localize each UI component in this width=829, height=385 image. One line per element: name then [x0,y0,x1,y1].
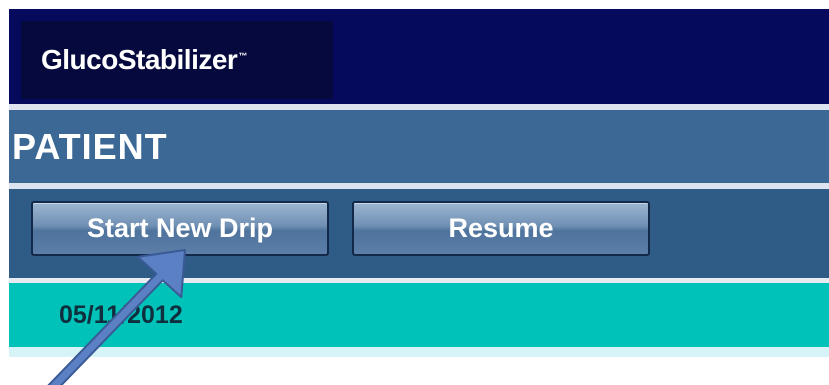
date-row-divider [9,347,829,357]
app-header: GlucoStabilizer™ [9,9,829,104]
action-toolbar: Start New Drip Resume [9,189,829,278]
resume-label: Resume [448,213,554,243]
resume-button[interactable]: Resume [352,201,650,256]
app-frame: GlucoStabilizer™ PATIENT Start New Drip … [0,0,829,385]
logo-trademark: ™ [238,50,247,61]
section-title-bar: PATIENT [9,110,829,183]
logo-name: GlucoStabilizer [41,44,238,75]
record-date: 05/11/2012 [59,300,183,329]
start-new-drip-label: Start New Drip [86,213,274,243]
logo-text: GlucoStabilizer™ [41,44,247,76]
date-row[interactable]: 05/11/2012 [9,283,829,347]
page-title: PATIENT [12,125,168,167]
start-new-drip-button[interactable]: Start New Drip [31,201,329,256]
app-logo: GlucoStabilizer™ [21,21,333,99]
